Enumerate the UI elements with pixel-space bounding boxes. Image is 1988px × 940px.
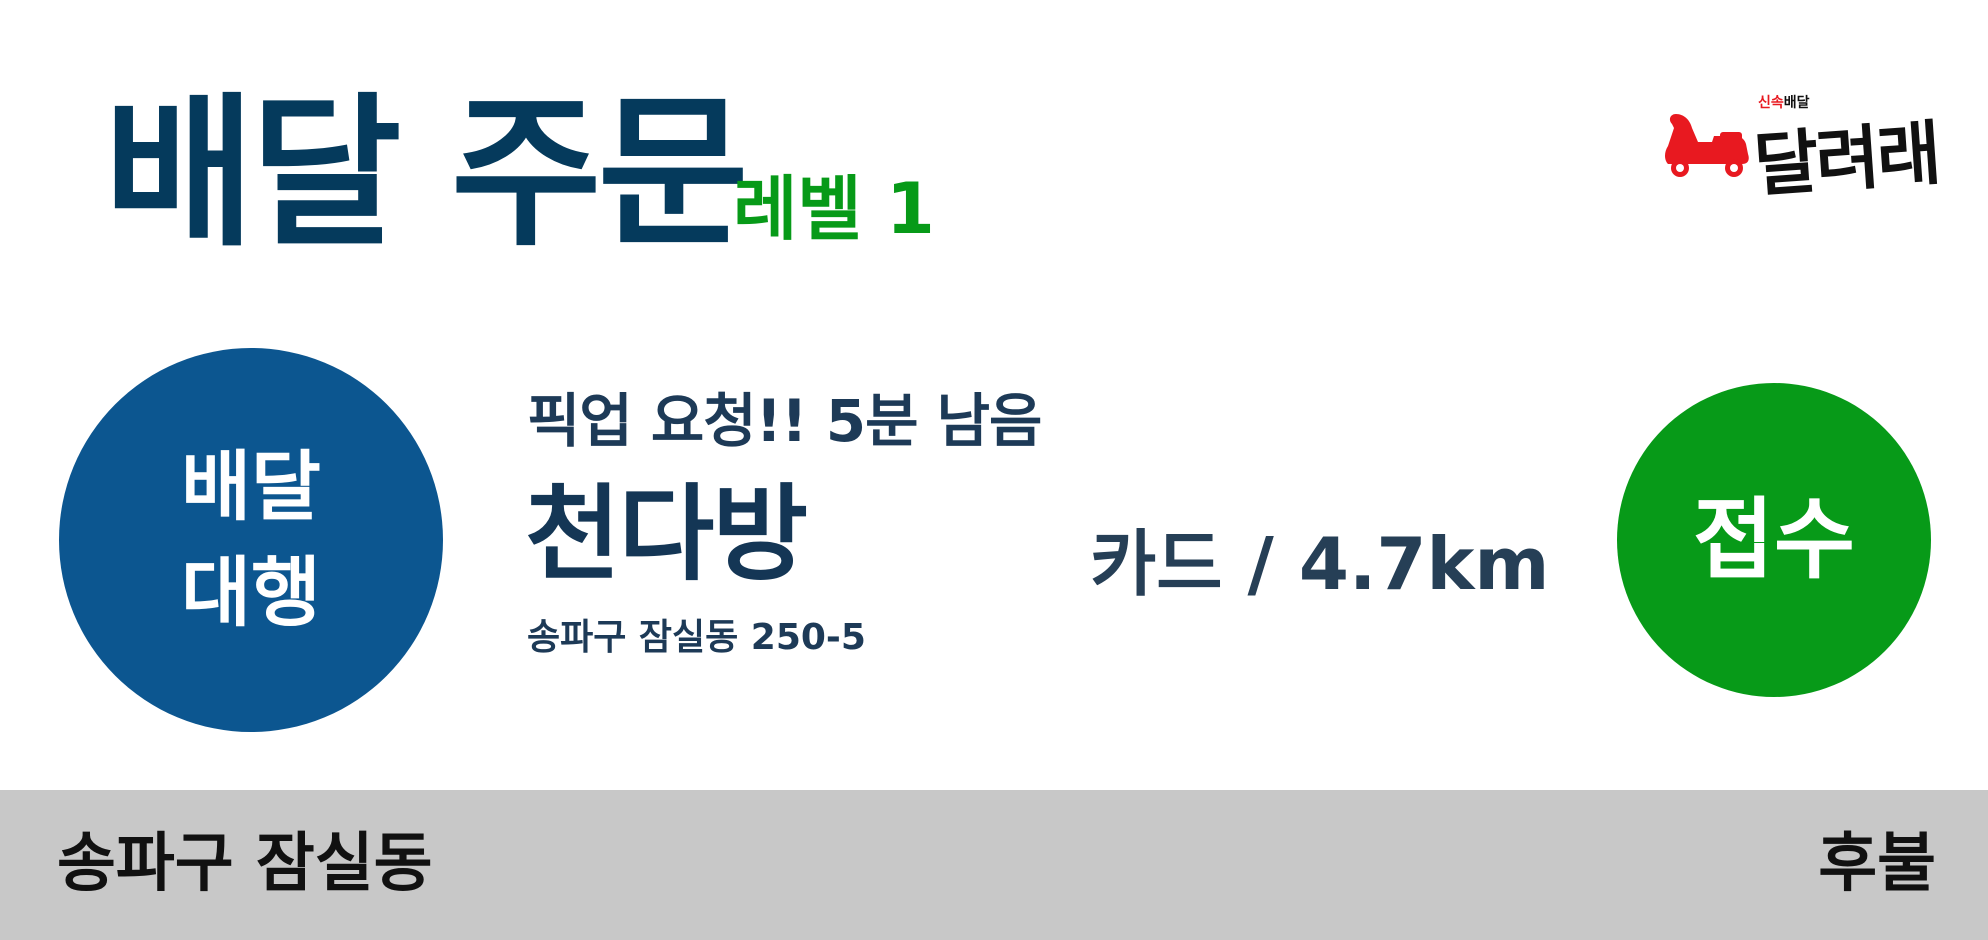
page-title: 배달 주문	[104, 78, 749, 269]
store-address: 송파구 잠실동 250-5	[527, 617, 866, 658]
logo-name: 달려래	[1751, 111, 1941, 207]
accept-label: 접수	[1693, 488, 1855, 591]
pickup-notice: 픽업 요청!! 5분 남음	[527, 387, 1042, 455]
delivery-area: 송파구 잠실동	[57, 827, 433, 901]
footer-bar: 송파구 잠실동 후불	[0, 790, 1988, 940]
payment-distance: 카드 / 4.7km	[1090, 522, 1550, 606]
level-badge: 레벨 1	[733, 168, 935, 250]
accept-button[interactable]: 접수	[1617, 383, 1931, 697]
delivery-scooter-icon	[1665, 114, 1749, 177]
payment-timing: 후불	[1818, 827, 1936, 901]
store-name: 천다방	[525, 473, 808, 595]
brand-logo: 신속배달 달려래	[1662, 92, 1941, 222]
delivery-agency-button[interactable]: 배달 대행	[59, 348, 443, 732]
service-type-label: 배달 대행	[181, 441, 321, 637]
